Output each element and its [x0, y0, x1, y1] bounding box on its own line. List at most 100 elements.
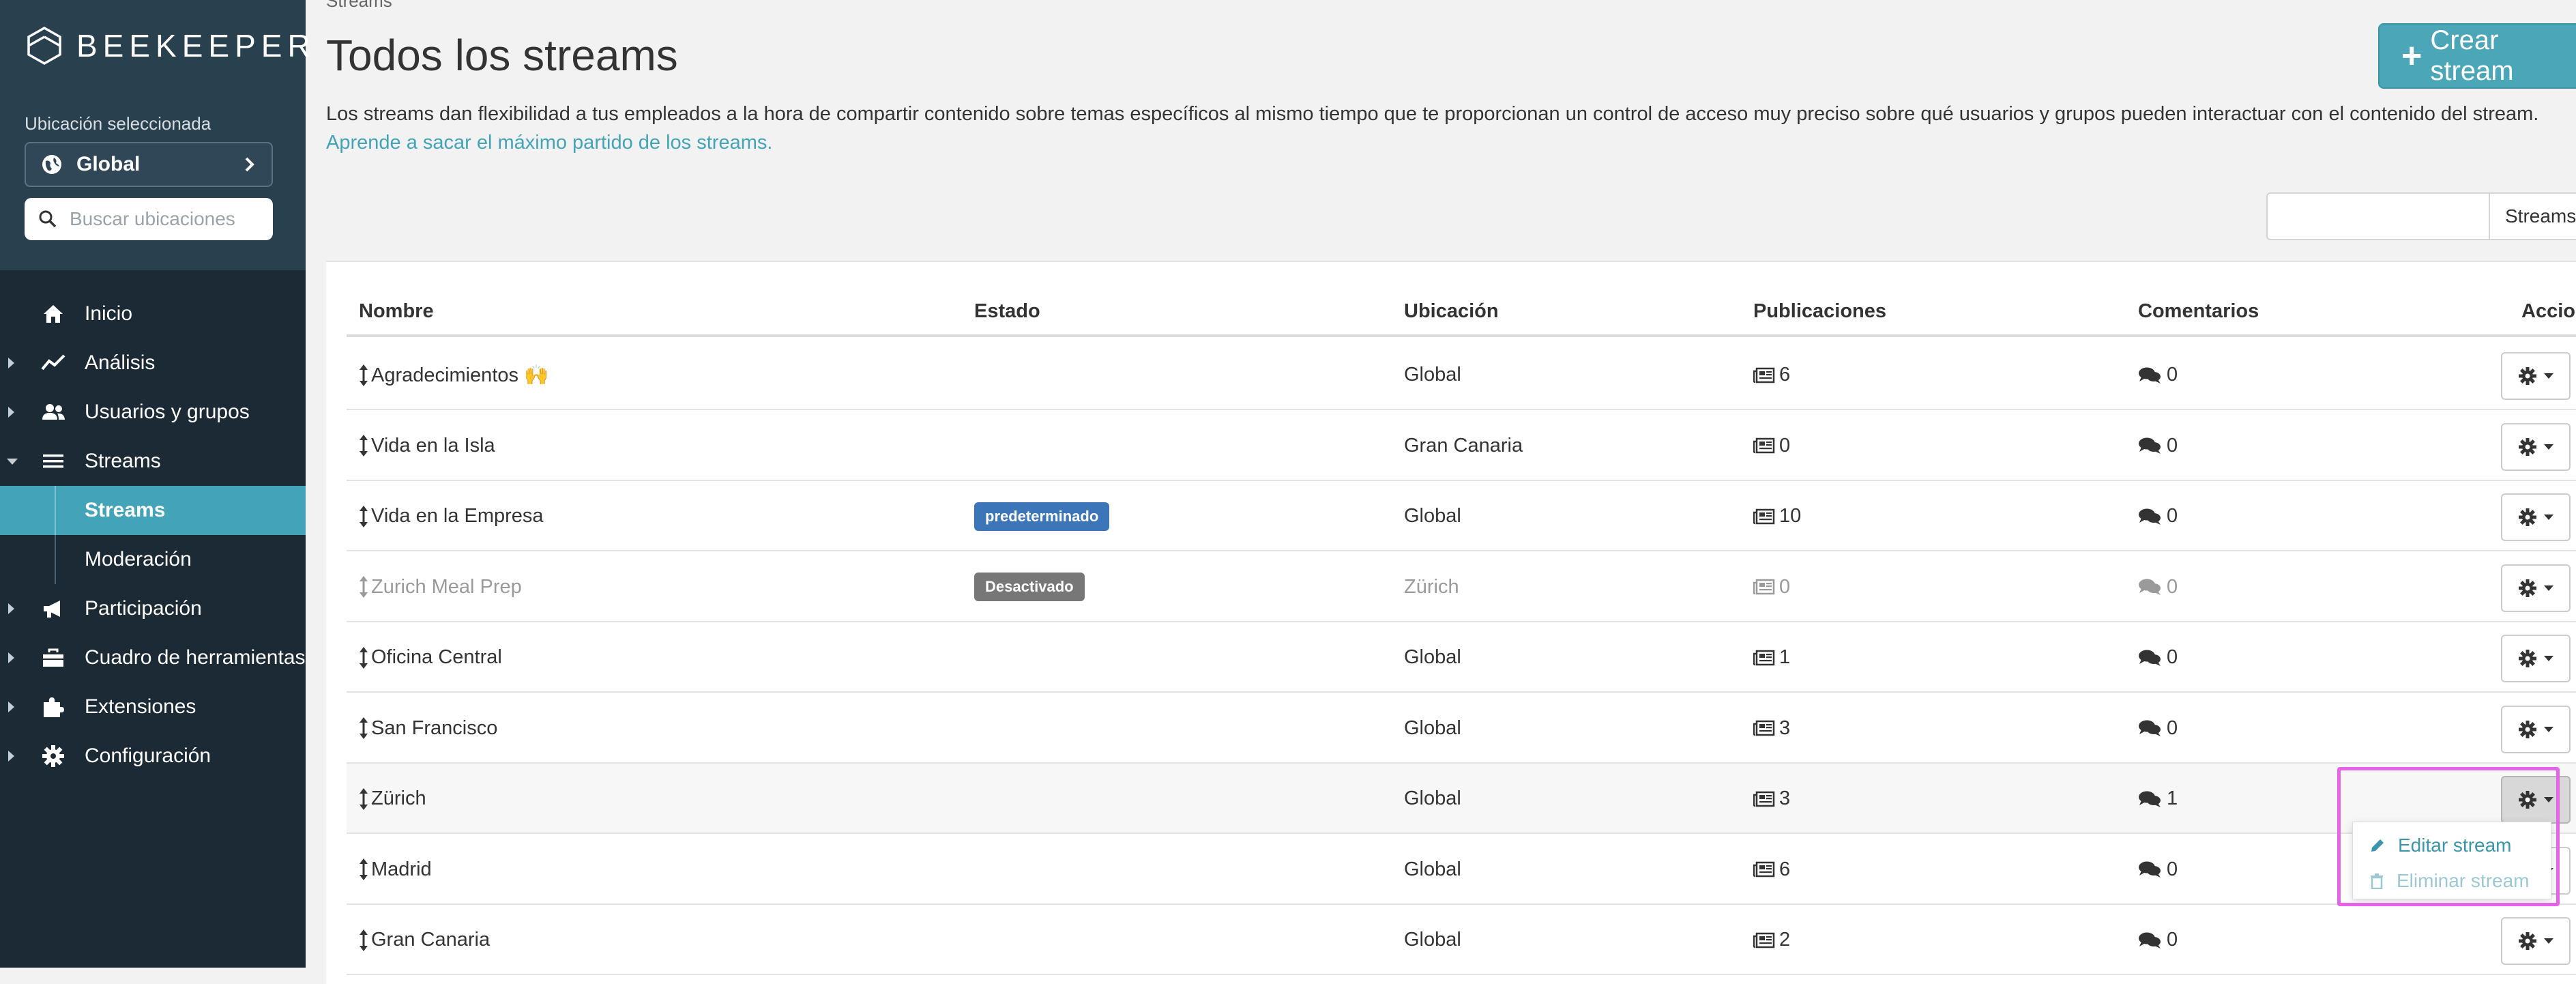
- expand-caret-icon: [8, 407, 14, 418]
- stream-name[interactable]: Zurich Meal Prep: [371, 576, 522, 598]
- stream-name[interactable]: Gran Canaria: [371, 929, 490, 951]
- table-row[interactable]: Vida en la Isla Gran Canaria 0 0: [347, 411, 2576, 481]
- brand-logo[interactable]: BEEKEEPER: [25, 26, 316, 66]
- nav-item-analisis[interactable]: Análisis: [0, 338, 306, 388]
- stream-name-cell[interactable]: Madrid: [359, 835, 432, 905]
- stream-comments-cell: 0: [2138, 481, 2178, 551]
- nav-item-streams[interactable]: Streams: [0, 437, 306, 486]
- learn-more-link[interactable]: Aprende a sacar el máximo partido de los…: [326, 132, 772, 154]
- stream-name-cell[interactable]: Gran Canaria: [359, 905, 490, 975]
- posts-count: 0: [1779, 434, 1791, 457]
- stream-name-cell[interactable]: Vida en la Empresa: [359, 481, 544, 551]
- stream-name-cell[interactable]: Zürich: [359, 764, 426, 834]
- nav-item-herramientas[interactable]: Cuadro de herramientas: [0, 633, 306, 682]
- stream-location: Global: [1404, 787, 1461, 809]
- gear-icon: [2519, 720, 2536, 738]
- nav-label: Análisis: [85, 351, 156, 374]
- stream-name-cell[interactable]: Oficina Central: [359, 622, 502, 693]
- stream-posts-cell: 3: [1753, 764, 1790, 834]
- gear-icon: [42, 745, 64, 767]
- create-stream-button[interactable]: + Crear stream: [2378, 23, 2576, 89]
- row-actions-button[interactable]: [2501, 493, 2571, 541]
- table-row[interactable]: Oficina Central Global 1 0: [347, 622, 2576, 693]
- sidebar: BEEKEEPER Ubicación seleccionada Global: [0, 0, 310, 968]
- edit-stream-menu-item[interactable]: Editar stream: [2353, 828, 2551, 863]
- stream-filter-select[interactable]: Streams: [2489, 192, 2576, 240]
- table-row[interactable]: Gran Canaria Global 2 0: [347, 905, 2576, 975]
- table-row[interactable]: Madrid Global 6 0: [347, 835, 2576, 905]
- chevron-right-icon: [245, 157, 254, 172]
- nav-subitem-moderacion[interactable]: Moderación: [0, 535, 306, 584]
- stream-name-cell[interactable]: San Francisco: [359, 693, 497, 764]
- expand-caret-icon: [8, 652, 14, 663]
- stream-filter-input[interactable]: [2266, 192, 2490, 240]
- stream-name[interactable]: Zürich: [371, 787, 426, 810]
- col-header-state[interactable]: Estado: [974, 300, 1040, 323]
- stream-name-cell[interactable]: Agradecimientos 🙌: [359, 340, 548, 410]
- row-actions-button[interactable]: [2501, 635, 2571, 682]
- posts-count: 1: [1779, 646, 1791, 668]
- row-actions-button[interactable]: [2501, 352, 2571, 400]
- row-actions-button[interactable]: [2501, 564, 2571, 612]
- comments-icon: [2139, 791, 2161, 807]
- nav-label: Participación: [85, 597, 202, 620]
- stream-comments-cell: 0: [2138, 835, 2178, 905]
- table-row[interactable]: Vida en la Empresa predeterminado Global 10…: [347, 481, 2576, 551]
- location-search[interactable]: [25, 198, 273, 240]
- sort-handle-icon: [360, 364, 368, 386]
- sort-handle-icon: [360, 717, 368, 739]
- table-row[interactable]: Agradecimientos 🙌 Global 6 0: [347, 340, 2576, 410]
- comments-icon: [2139, 508, 2161, 525]
- stream-name-cell[interactable]: Vida en la Isla: [359, 411, 495, 481]
- newspaper-icon: [1753, 579, 1775, 595]
- caret-down-icon: [2544, 585, 2553, 591]
- nav-item-inicio[interactable]: Inicio: [0, 289, 306, 338]
- newspaper-icon: [1753, 367, 1775, 383]
- col-header-posts[interactable]: Publicaciones: [1753, 300, 1886, 323]
- row-actions-button[interactable]: [2501, 422, 2571, 471]
- stream-state-cell: Desactivado: [974, 552, 1085, 622]
- comments-icon: [2139, 579, 2161, 595]
- col-header-comments[interactable]: Comentarios: [2138, 300, 2259, 323]
- table-row[interactable]: Zürich Global 3 1: [347, 764, 2576, 834]
- breadcrumb[interactable]: Streams: [326, 0, 392, 12]
- table-row[interactable]: Zurich Meal Prep Desactivado Zürich 0 0: [347, 552, 2576, 622]
- col-header-name[interactable]: Nombre: [359, 300, 434, 323]
- location-selector[interactable]: Global: [25, 142, 273, 187]
- stream-name[interactable]: Vida en la Empresa: [371, 505, 544, 527]
- nav-item-extensiones[interactable]: Extensiones: [0, 682, 306, 732]
- col-header-location[interactable]: Ubicación: [1404, 300, 1499, 323]
- users-icon: [42, 404, 65, 420]
- nav-label: Configuración: [85, 744, 211, 767]
- comments-count: 0: [2167, 364, 2178, 386]
- posts-count: 2: [1779, 929, 1791, 951]
- nav-subitem-streams[interactable]: Streams: [0, 486, 306, 535]
- intro-text: Los streams dan flexibilidad a tus emple…: [326, 100, 2557, 157]
- nav-item-usuarios[interactable]: Usuarios y grupos: [0, 388, 306, 437]
- comments-icon: [2139, 720, 2161, 736]
- stream-posts-cell: 1: [1753, 622, 1790, 693]
- stream-name[interactable]: San Francisco: [371, 717, 497, 740]
- row-actions-button[interactable]: [2501, 776, 2571, 824]
- stream-name[interactable]: Agradecimientos 🙌: [371, 364, 548, 387]
- expand-caret-icon: [8, 603, 14, 614]
- stream-name[interactable]: Oficina Central: [371, 646, 502, 669]
- row-actions-button[interactable]: [2501, 917, 2571, 965]
- stream-location: Global: [1404, 505, 1461, 527]
- gear-icon: [2519, 579, 2536, 597]
- table-row[interactable]: San Francisco Global 3 0: [347, 693, 2576, 764]
- caret-down-icon: [2544, 726, 2553, 732]
- stream-location-cell: Global: [1404, 340, 1461, 410]
- stream-name-cell[interactable]: Zurich Meal Prep: [359, 552, 522, 622]
- delete-stream-menu-item[interactable]: Eliminar stream: [2353, 863, 2551, 899]
- posts-count: 3: [1779, 717, 1791, 739]
- row-actions-button[interactable]: [2501, 705, 2571, 753]
- stream-comments-cell: 0: [2138, 340, 2178, 410]
- stream-name[interactable]: Madrid: [371, 858, 432, 881]
- nav-item-participacion[interactable]: Participación: [0, 584, 306, 633]
- stream-name[interactable]: Vida en la Isla: [371, 435, 495, 457]
- stream-location-cell: Global: [1404, 693, 1461, 764]
- nav-item-configuracion[interactable]: Configuración: [0, 732, 306, 781]
- location-search-input[interactable]: [68, 207, 259, 231]
- sort-handle-icon: [360, 505, 368, 527]
